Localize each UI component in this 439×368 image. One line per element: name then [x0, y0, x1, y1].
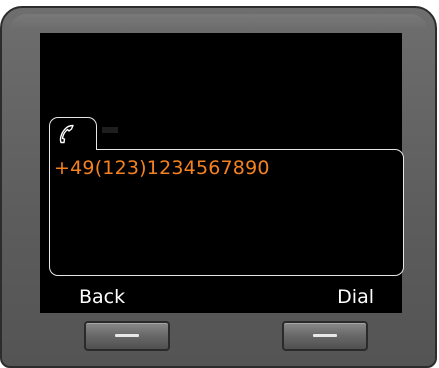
softkey-dial-label: Dial	[337, 286, 374, 308]
back-button[interactable]	[84, 321, 170, 351]
call-card-tab	[49, 117, 97, 150]
minus-icon	[115, 334, 139, 337]
minus-icon	[313, 334, 337, 337]
dial-button[interactable]	[282, 321, 368, 351]
bezel-highlight	[10, 14, 427, 30]
phone-number-field[interactable]: +49(123)1234567890	[54, 157, 270, 179]
softkey-back-label: Back	[79, 286, 126, 308]
phone-device: +49(123)1234567890 Back Dial	[0, 6, 437, 368]
display-screen: +49(123)1234567890 Back Dial	[40, 33, 404, 313]
inactive-tab-marker	[102, 127, 118, 133]
